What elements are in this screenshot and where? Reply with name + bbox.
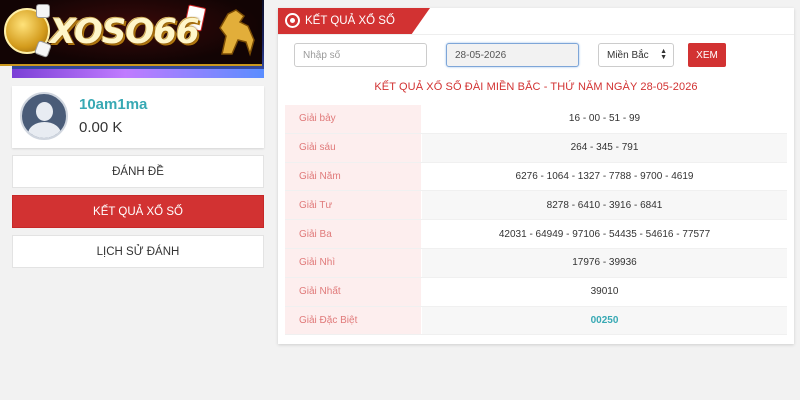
header-divider	[278, 34, 794, 35]
result-title: KẾT QUẢ XỔ SỐ ĐÀI MIỀN BẮC - THỨ NĂM NGÀ…	[374, 81, 698, 93]
prize-value: 264 - 345 - 791	[422, 133, 787, 162]
dice-icon	[36, 4, 50, 18]
prize-value: 39010	[590, 286, 619, 298]
select-arrows-icon: ▲ ▼	[660, 48, 667, 61]
date-input[interactable]	[446, 43, 579, 67]
logo-text: XOSO66	[50, 12, 200, 52]
prize-name: Giải Năm	[285, 162, 422, 191]
user-card: 10am1ma 0.00 K	[12, 86, 264, 148]
region-selected-value: Miền Bắc	[607, 49, 649, 61]
prize-name: Giải sáu	[285, 133, 422, 162]
prize-name: Giải Nhì	[285, 248, 422, 277]
balance: 0.00 K	[79, 119, 123, 136]
region-select[interactable]: Miền Bắc ▲ ▼	[598, 43, 674, 67]
prize-value: 42031 - 64949 - 97106 - 54435 - 54616 - …	[498, 228, 711, 240]
table-row: Giải Nhất 39010	[285, 277, 787, 307]
table-row: Giải Tư 8278 - 6410 - 3916 - 6841	[285, 191, 787, 221]
menu-lich-su-danh[interactable]: LỊCH SỬ ĐÁNH	[12, 235, 264, 268]
special-prize-value: 00250	[422, 306, 787, 335]
panel-title: KẾT QUẢ XỔ SỐ	[305, 15, 395, 27]
panel-header: KẾT QUẢ XỔ SỐ	[278, 8, 430, 34]
avatar[interactable]	[20, 92, 68, 140]
table-row: Giải sáu 264 - 345 - 791	[285, 133, 787, 163]
results-table: Giải bảy 16 - 00 - 51 - 99 Giải sáu 264 …	[285, 105, 787, 336]
prize-value: 8278 - 6410 - 3916 - 6841	[422, 191, 787, 220]
avatar-body	[28, 122, 61, 138]
username[interactable]: 10am1ma	[79, 96, 147, 113]
prize-name: Giải Đặc Biệt	[285, 306, 422, 335]
table-row: Giải Năm 6276 - 1064 - 1327 - 7788 - 970…	[285, 162, 787, 192]
avatar-head	[36, 102, 53, 121]
prize-value: 6276 - 1064 - 1327 - 7788 - 9700 - 4619	[515, 170, 694, 182]
prize-value: 17976 - 39936	[422, 248, 787, 277]
number-input[interactable]	[294, 43, 427, 67]
prize-name: Giải Nhất	[285, 277, 422, 306]
banner-strip	[12, 69, 264, 78]
brand-logo[interactable]: XOSO66	[0, 0, 262, 66]
prize-name: Giải bảy	[285, 105, 422, 133]
table-row: Giải Đặc Biệt 00250	[285, 306, 787, 336]
table-row: Giải bảy 16 - 00 - 51 - 99	[285, 105, 787, 134]
horse-icon	[219, 9, 255, 57]
menu-danh-de[interactable]: ĐÁNH ĐỀ	[12, 155, 264, 188]
prize-name: Giải Ba	[285, 220, 422, 248]
table-row: Giải Nhì 17976 - 39936	[285, 248, 787, 278]
table-row: Giải Ba 42031 - 64949 - 97106 - 54435 - …	[285, 220, 787, 249]
results-panel: KẾT QUẢ XỔ SỐ Miền Bắc ▲▼ XEM KẾT QUẢ XỔ…	[278, 8, 794, 344]
prize-value: 16 - 00 - 51 - 99	[568, 113, 641, 125]
lottery-icon	[285, 13, 300, 28]
prize-name: Giải Tư	[285, 191, 422, 220]
view-button[interactable]: XEM	[688, 43, 726, 67]
menu-ket-qua-xo-so[interactable]: KẾT QUẢ XỔ SỐ	[12, 195, 264, 228]
